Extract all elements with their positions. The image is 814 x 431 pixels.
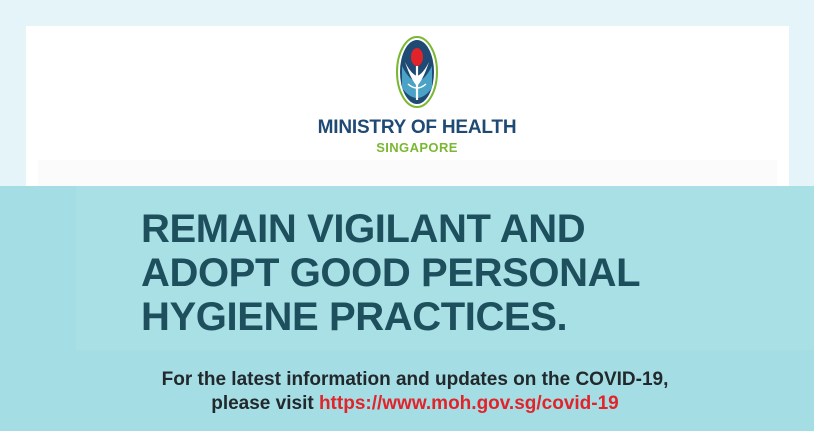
page: MINISTRY OF HEALTH SINGAPORE REMAIN VIGI… — [0, 0, 814, 431]
info-text: For the latest information and updates o… — [0, 368, 814, 416]
headline-line-1: REMAIN VIGILANT AND — [141, 207, 586, 251]
info-line-2: please visit https://www.moh.gov.sg/covi… — [0, 392, 814, 416]
covid-info-link[interactable]: https://www.moh.gov.sg/covid-19 — [319, 393, 619, 414]
ministry-name: MINISTRY OF HEALTH — [317, 117, 517, 138]
headline: REMAIN VIGILANT AND ADOPT GOOD PERSONAL … — [141, 207, 641, 339]
headline-line-2: ADOPT GOOD PERSONAL — [141, 251, 641, 295]
info-line-1: For the latest information and updates o… — [161, 369, 669, 390]
moh-singapore-logo-icon — [396, 36, 438, 108]
headline-line-3: HYGIENE PRACTICES. — [141, 295, 568, 339]
ministry-country: SINGAPORE — [376, 140, 458, 155]
info-line-2-prefix: please visit — [211, 393, 319, 414]
